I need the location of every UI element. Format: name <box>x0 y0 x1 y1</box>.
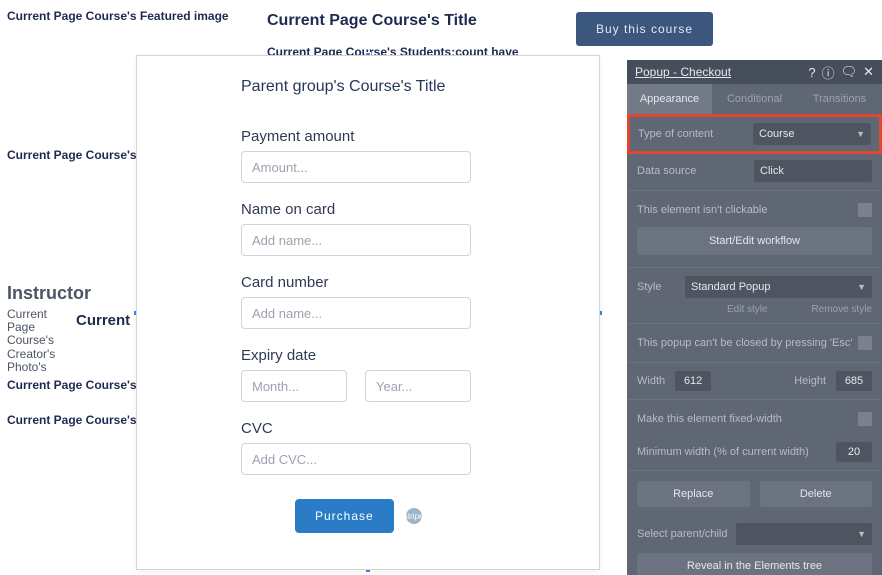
chevron-down-icon: ▼ <box>856 129 865 139</box>
tab-transitions[interactable]: Transitions <box>797 84 882 114</box>
payment-amount-label: Payment amount <box>241 128 495 145</box>
height-label: Height <box>794 375 826 387</box>
tab-appearance[interactable]: Appearance <box>627 84 712 114</box>
popup-checkout[interactable]: Parent group's Course's Title Payment am… <box>136 55 600 570</box>
category-line: Current Page Course's Ca <box>7 413 155 427</box>
min-width-input[interactable] <box>836 442 872 462</box>
type-of-content-highlight: Type of content Course ▼ <box>627 114 882 154</box>
featured-image-placeholder: Current Page Course's Featured image <box>7 9 229 23</box>
cvc-label: CVC <box>241 420 495 437</box>
cvc-input[interactable] <box>241 443 471 475</box>
height-input[interactable] <box>836 371 872 391</box>
payment-amount-input[interactable] <box>241 151 471 183</box>
data-source-value: Click <box>760 165 784 177</box>
name-on-card-label: Name on card <box>241 201 495 218</box>
inspector-title[interactable]: Popup - Checkout <box>635 65 808 79</box>
buy-course-button[interactable]: Buy this course <box>576 12 713 46</box>
close-icon[interactable]: ✕ <box>863 64 874 80</box>
remove-style-link[interactable]: Remove style <box>811 304 872 315</box>
style-select[interactable]: Standard Popup ▼ <box>685 276 872 298</box>
expiry-year-input[interactable] <box>365 370 471 402</box>
not-clickable-checkbox[interactable] <box>858 203 872 217</box>
property-inspector: Popup - Checkout ? ⓘ 🗨 ✕ Appearance Cond… <box>627 60 882 575</box>
select-parent-dropdown[interactable]: ▼ <box>736 523 873 545</box>
reveal-in-elements-button[interactable]: Reveal in the Elements tree <box>637 553 872 575</box>
editor-canvas: Current Page Course's Featured image Cur… <box>0 0 882 575</box>
tab-conditional[interactable]: Conditional <box>712 84 797 114</box>
esc-note: This popup can't be closed by pressing '… <box>627 326 882 360</box>
fixed-width-text: Make this element fixed-width <box>637 413 782 425</box>
creator-line: Current Page Course's Cr <box>7 378 153 392</box>
inspector-header[interactable]: Popup - Checkout ? ⓘ 🗨 ✕ <box>627 60 882 84</box>
stripe-badge-icon: stripe <box>406 508 422 524</box>
replace-button[interactable]: Replace <box>637 481 750 507</box>
style-label: Style <box>637 281 677 293</box>
data-source-select[interactable]: Click <box>754 160 872 182</box>
style-value: Standard Popup <box>691 281 771 293</box>
purchase-button[interactable]: Purchase <box>295 499 394 533</box>
edit-style-link[interactable]: Edit style <box>727 304 768 315</box>
chevron-down-icon: ▼ <box>857 282 866 292</box>
esc-note-text: This popup can't be closed by pressing '… <box>637 337 852 349</box>
esc-checkbox[interactable] <box>858 336 872 350</box>
min-width-label: Minimum width (% of current width) <box>637 446 828 458</box>
page-title-placeholder: Current Page Course's Title <box>267 12 477 30</box>
not-clickable-note: This element isn't clickable <box>627 193 882 227</box>
fixed-width-note: Make this element fixed-width <box>627 402 882 436</box>
description-placeholder: Current Page Course's De <box>7 148 155 162</box>
card-number-label: Card number <box>241 274 495 291</box>
help-icon[interactable]: ? <box>808 65 815 80</box>
data-source-label: Data source <box>637 165 746 177</box>
width-label: Width <box>637 375 665 387</box>
type-of-content-select[interactable]: Course ▼ <box>753 123 871 145</box>
start-edit-workflow-button[interactable]: Start/Edit workflow <box>637 227 872 255</box>
delete-button[interactable]: Delete <box>760 481 873 507</box>
type-of-content-value: Course <box>759 128 794 140</box>
type-of-content-label: Type of content <box>638 128 745 140</box>
info-icon[interactable]: ⓘ <box>822 63 835 82</box>
fixed-width-checkbox[interactable] <box>858 412 872 426</box>
chevron-down-icon: ▼ <box>857 529 866 539</box>
creator-photo-placeholder: Current Page Course's Creator's Photo's <box>7 308 67 374</box>
name-on-card-input[interactable] <box>241 224 471 256</box>
popup-title: Parent group's Course's Title <box>241 78 495 96</box>
select-parent-label: Select parent/child <box>637 528 728 540</box>
inspector-tabs: Appearance Conditional Transitions <box>627 84 882 114</box>
comment-icon[interactable]: 🗨 <box>841 64 858 80</box>
width-input[interactable] <box>675 371 711 391</box>
card-number-input[interactable] <box>241 297 471 329</box>
expiry-month-input[interactable] <box>241 370 347 402</box>
instructor-heading: Instructor <box>7 283 91 304</box>
current-label: Current <box>76 312 130 329</box>
not-clickable-text: This element isn't clickable <box>637 204 768 216</box>
expiry-date-label: Expiry date <box>241 347 495 364</box>
